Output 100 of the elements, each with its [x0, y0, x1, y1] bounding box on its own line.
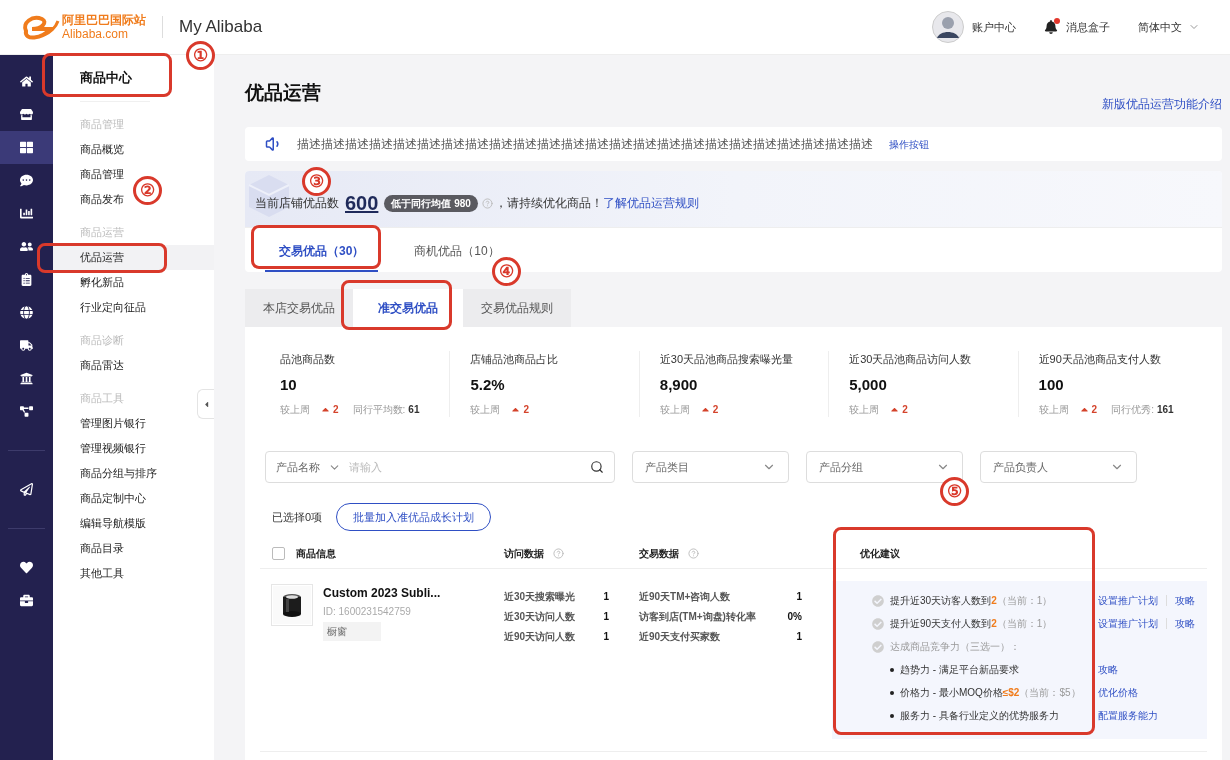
stat-peer-label: 同行优秀:	[1111, 403, 1154, 417]
sub-tab[interactable]: 本店交易优品	[245, 289, 353, 327]
suggestion-link[interactable]: 攻略	[1175, 616, 1195, 631]
suggestion-link[interactable]: 设置推广计划	[1098, 616, 1158, 631]
sidebar-item[interactable]: 商品发布	[53, 187, 128, 212]
stat-value: 5,000	[849, 374, 888, 395]
search-field[interactable]: 产品名称 请输入	[265, 451, 615, 483]
search-type-select[interactable]: 产品名称	[276, 458, 341, 476]
stat-label: 店铺品池商品占比	[470, 352, 560, 367]
suggestion-text: 趋势力 - 满足平台新品要求	[900, 663, 1019, 677]
metric-value: 1	[603, 609, 609, 624]
tab[interactable]: 交易优品（30）	[265, 232, 379, 272]
logo-domain: Alibaba.com	[62, 28, 130, 40]
sidebar-item[interactable]: 其他工具	[53, 561, 128, 586]
avatar-icon[interactable]	[932, 11, 964, 43]
metric-label: 近30天访问人数	[504, 609, 576, 624]
suggestion-text: 价格力 - 最小MOQ价格≤$2（当前：$5）	[900, 686, 1081, 700]
stat-change: 2	[523, 403, 529, 417]
select-all-checkbox[interactable]	[272, 547, 285, 560]
sidebar-group-heading: 商品运营	[80, 225, 124, 241]
stat-change: 2	[1091, 403, 1098, 417]
heart-icon	[20, 561, 33, 574]
store-icon	[20, 108, 33, 121]
metric-value: 0%	[787, 609, 802, 624]
sidebar-item[interactable]: 商品定制中心	[53, 486, 150, 511]
rail-item[interactable]	[0, 131, 53, 164]
summary-message: ，请持续优化商品！	[494, 195, 603, 212]
briefcase-icon	[20, 594, 33, 607]
suggestion-link[interactable]: 配置服务能力	[1098, 708, 1158, 723]
users-icon	[20, 240, 33, 253]
stat-change: 2	[712, 403, 719, 417]
bell-icon[interactable]	[1044, 20, 1058, 34]
stat-change-label: 较上周	[849, 403, 880, 417]
filter-dropdown[interactable]: 产品负责人	[980, 451, 1137, 483]
product-id: ID: 1600231542759	[323, 605, 412, 619]
bank-icon	[20, 372, 33, 385]
metric-label: 近90天TM+咨询人数	[639, 589, 731, 604]
stat-label: 品池商品数	[280, 352, 336, 367]
stat-value: 100	[1038, 374, 1065, 395]
clipboard-icon	[20, 273, 33, 286]
filter-dropdown[interactable]: 产品类目	[632, 451, 789, 483]
summary-count: 600	[345, 191, 379, 216]
stat-value: 10	[280, 374, 298, 395]
suggestion-link[interactable]: 攻略	[1175, 593, 1195, 608]
metric-value: 1	[603, 629, 609, 644]
collapse-handle[interactable]	[197, 389, 214, 419]
sidebar-item[interactable]: 商品雷达	[53, 353, 128, 378]
cube-drawing	[247, 173, 291, 219]
metric-label: 近90天访问人数	[504, 629, 576, 644]
suggestion-link[interactable]: 设置推广计划	[1098, 593, 1158, 608]
search-input[interactable]: 请输入	[349, 458, 590, 476]
chat-icon	[20, 174, 33, 187]
suggestion-link[interactable]: 优化价格	[1098, 685, 1138, 700]
notice-action-link[interactable]: 操作按钮	[889, 136, 929, 152]
sidebar-item[interactable]: 商品目录	[53, 536, 128, 561]
stat-change: 2	[902, 403, 908, 417]
sidebar-item[interactable]: 行业定向征品	[53, 295, 150, 320]
stat-peer-label: 同行平均数:	[352, 403, 406, 417]
metric-label: 访客到店(TM+询盘)转化率	[639, 609, 756, 624]
suggestion-link[interactable]: 攻略	[1098, 662, 1118, 677]
summary-label: 当前店铺优品数	[255, 195, 339, 212]
product-title[interactable]: Custom 2023 Subli...	[323, 584, 441, 602]
stat-change-label: 较上周	[280, 403, 310, 417]
column-header: 优化建议	[860, 547, 900, 561]
stat-label: 近30天品池商品访问人数	[849, 352, 973, 367]
sidebar-item[interactable]: 管理视频银行	[53, 436, 150, 461]
stat-label: 近30天品池商品搜索曝光量	[659, 352, 795, 367]
language-select[interactable]: 简体中文	[1138, 18, 1200, 36]
suggestion-text: 提升近90天支付人数到2（当前：1）	[890, 617, 1053, 631]
rules-link[interactable]: 了解优品运营规则	[602, 194, 699, 212]
messages-link[interactable]: 消息盒子	[1066, 18, 1110, 36]
bar-chart-icon	[20, 207, 33, 220]
sub-tab[interactable]: 准交易优品	[353, 289, 463, 327]
globe-icon	[20, 306, 33, 319]
logo-text: 阿里巴巴国际站	[62, 14, 146, 26]
truck-icon	[20, 339, 33, 352]
sidebar-item[interactable]: 优品运营	[53, 245, 214, 270]
account-link[interactable]: 账户中心	[972, 18, 1016, 36]
sidebar-item[interactable]: 商品管理	[53, 162, 128, 187]
stat-change-label: 较上周	[659, 403, 690, 417]
stat-change: 2	[333, 403, 339, 417]
metric-value: 1	[796, 589, 802, 604]
sidebar-group-heading: 商品诊断	[80, 333, 124, 349]
metric-label: 近90天支付买家数	[639, 629, 721, 644]
sidebar-item[interactable]: 管理图片银行	[53, 411, 150, 436]
metric-value: 1	[603, 589, 609, 604]
network-icon	[20, 405, 33, 418]
page-title: 优品运营	[245, 80, 321, 105]
sub-tab[interactable]: 交易优品规则	[463, 289, 571, 327]
home-icon	[20, 75, 33, 88]
sidebar-item[interactable]: 商品概览	[53, 137, 128, 162]
intro-link[interactable]: 新版优品运营功能介绍	[1102, 95, 1222, 113]
sidebar-item[interactable]: 孵化新品	[53, 270, 128, 295]
sidebar-item[interactable]: 编辑导航模版	[53, 511, 150, 536]
stat-value: 8,900	[659, 374, 699, 395]
notice-text: 描述描述描述描述描述描述描述描述描述描述描述描述描述描述描述描述描述描述描述描述描述描述描述描述	[297, 136, 873, 153]
stat-change-label: 较上周	[470, 403, 501, 417]
search-icon[interactable]	[590, 460, 604, 474]
sidebar-item[interactable]: 商品分组与排序	[53, 461, 161, 486]
sidebar-group-heading: 商品管理	[80, 117, 124, 133]
